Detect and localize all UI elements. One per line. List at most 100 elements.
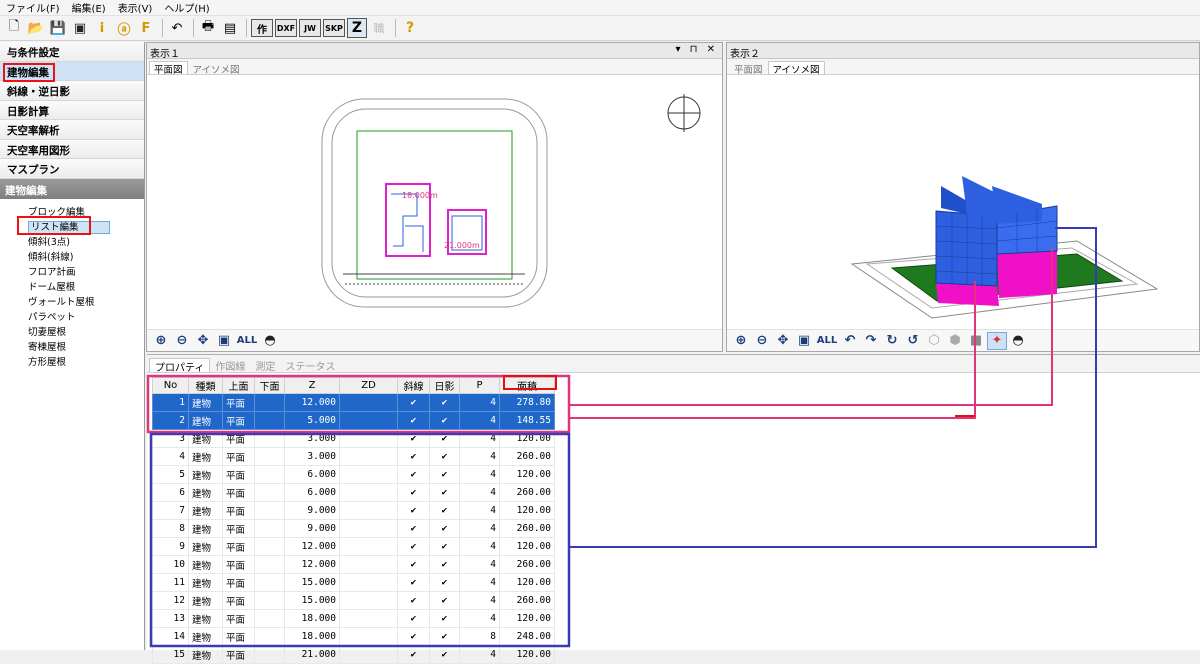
table-cell-Z[interactable]: 15.000	[284, 573, 340, 592]
table-cell-上面[interactable]: 平面	[222, 555, 255, 574]
table-cell-斜線[interactable]: ✔	[397, 645, 430, 664]
sidebar-item-vault-roof[interactable]: ヴォールト屋根	[0, 293, 144, 308]
table-cell-上面[interactable]: 平面	[222, 519, 255, 538]
table-cell-種類[interactable]: 建物	[188, 501, 223, 520]
table-cell-種類[interactable]: 建物	[188, 537, 223, 556]
table-cell-種類[interactable]: 建物	[188, 573, 223, 592]
table-cell-上面[interactable]: 平面	[222, 501, 255, 520]
table-cell-Z[interactable]: 21.000	[284, 645, 340, 664]
table-cell-上面[interactable]: 平面	[222, 483, 255, 502]
rotate-left-icon[interactable]: ↶	[840, 332, 860, 350]
category-conditions[interactable]: 与条件設定	[0, 42, 144, 62]
table-cell-斜線[interactable]: ✔	[397, 429, 430, 448]
table-cell-日影[interactable]: ✔	[429, 645, 460, 664]
table-cell-P[interactable]: 4	[459, 555, 500, 574]
table-cell-日影[interactable]: ✔	[429, 573, 460, 592]
table-cell-Z[interactable]: 5.000	[284, 411, 340, 430]
table-cell-斜線[interactable]: ✔	[397, 519, 430, 538]
table-cell-ZD[interactable]	[339, 627, 398, 646]
col-bottom[interactable]: 下面	[254, 377, 285, 394]
table-cell-種類[interactable]: 建物	[188, 483, 223, 502]
table-row[interactable]: 8 建物 平面 9.000 ✔ ✔ 4 260.00	[152, 519, 555, 538]
category-mass-plan[interactable]: マスプラン	[0, 159, 144, 179]
table-cell-Z[interactable]: 12.000	[284, 555, 340, 574]
sidebar-item-gable-roof[interactable]: 切妻屋根	[0, 323, 144, 338]
menu-file[interactable]: ファイル(F)	[6, 0, 60, 15]
table-cell-上面[interactable]: 平面	[222, 447, 255, 466]
table-cell-上面[interactable]: 平面	[222, 645, 255, 664]
pan-icon[interactable]: ✥	[773, 332, 793, 350]
table-cell-上面[interactable]: 平面	[222, 465, 255, 484]
table-cell-下面[interactable]	[254, 393, 285, 412]
table-cell-下面[interactable]	[254, 591, 285, 610]
table-cell-面積[interactable]: 120.00	[499, 537, 555, 556]
table-cell-面積[interactable]: 148.55	[499, 411, 555, 430]
table-cell-下面[interactable]	[254, 645, 285, 664]
table-cell-下面[interactable]	[254, 429, 285, 448]
table-cell-No[interactable]: 15	[152, 645, 189, 664]
table-cell-斜線[interactable]: ✔	[397, 573, 430, 592]
table-cell-ZD[interactable]	[339, 591, 398, 610]
plan-canvas[interactable]: 18.000m 21.000m	[147, 76, 722, 329]
info-icon[interactable]: i	[92, 18, 112, 38]
table-cell-種類[interactable]: 建物	[188, 447, 223, 466]
table-cell-種類[interactable]: 建物	[188, 555, 223, 574]
dxf-button[interactable]: DXF	[275, 19, 297, 37]
table-cell-ZD[interactable]	[339, 447, 398, 466]
table-cell-日影[interactable]: ✔	[429, 555, 460, 574]
table-cell-P[interactable]: 4	[459, 393, 500, 412]
table-cell-Z[interactable]: 12.000	[284, 537, 340, 556]
table-cell-斜線[interactable]: ✔	[397, 447, 430, 466]
table-cell-Z[interactable]: 9.000	[284, 519, 340, 538]
category-sky-analysis[interactable]: 天空率解析	[0, 120, 144, 140]
table-row[interactable]: 12 建物 平面 15.000 ✔ ✔ 4 260.00	[152, 591, 555, 610]
table-cell-ZD[interactable]	[339, 519, 398, 538]
eye-icon[interactable]: ◓	[1008, 332, 1028, 350]
table-cell-日影[interactable]: ✔	[429, 519, 460, 538]
table-row[interactable]: 1 建物 平面 12.000 ✔ ✔ 4 278.80	[152, 393, 555, 412]
table-row[interactable]: 14 建物 平面 18.000 ✔ ✔ 8 248.00	[152, 627, 555, 646]
tab-plan[interactable]: 平面図	[729, 61, 768, 76]
shaded-icon[interactable]: ■	[966, 332, 986, 350]
table-cell-下面[interactable]	[254, 483, 285, 502]
table-cell-No[interactable]: 3	[152, 429, 189, 448]
table-cell-P[interactable]: 4	[459, 609, 500, 628]
sidebar-item-hip-roof[interactable]: 寄棟屋根	[0, 338, 144, 353]
zoom-in-icon[interactable]: ⊕	[731, 332, 751, 350]
table-cell-面積[interactable]: 260.00	[499, 555, 555, 574]
light-icon[interactable]: ✦	[987, 331, 1007, 350]
table-cell-面積[interactable]: 278.80	[499, 393, 555, 412]
sidebar-item-pyramid-roof[interactable]: 方形屋根	[0, 353, 144, 368]
table-cell-Z[interactable]: 6.000	[284, 465, 340, 484]
pan-icon[interactable]: ✥	[193, 332, 213, 350]
table-cell-No[interactable]: 2	[152, 411, 189, 430]
table-cell-種類[interactable]: 建物	[188, 519, 223, 538]
table-cell-No[interactable]: 11	[152, 573, 189, 592]
table-cell-P[interactable]: 4	[459, 465, 500, 484]
table-cell-P[interactable]: 4	[459, 537, 500, 556]
table-cell-No[interactable]: 14	[152, 627, 189, 646]
save-icon[interactable]: 💾	[48, 18, 68, 38]
jw-button[interactable]: JW	[299, 19, 321, 37]
table-cell-日影[interactable]: ✔	[429, 411, 460, 430]
table-cell-下面[interactable]	[254, 627, 285, 646]
table-cell-上面[interactable]: 平面	[222, 627, 255, 646]
hidden-line-icon[interactable]: ⬢	[945, 332, 965, 350]
open-icon[interactable]: 📂	[26, 18, 46, 38]
table-cell-ZD[interactable]	[339, 411, 398, 430]
tab-iso[interactable]: アイソメ図	[188, 61, 245, 76]
table-cell-下面[interactable]	[254, 501, 285, 520]
table-cell-面積[interactable]: 260.00	[499, 483, 555, 502]
table-cell-P[interactable]: 4	[459, 645, 500, 664]
table-cell-No[interactable]: 6	[152, 483, 189, 502]
skp-button[interactable]: SKP	[323, 19, 345, 37]
table-cell-斜線[interactable]: ✔	[397, 591, 430, 610]
table-cell-斜線[interactable]: ✔	[397, 627, 430, 646]
col-p[interactable]: P	[459, 377, 500, 394]
tab-measure[interactable]: 測定	[250, 358, 280, 373]
table-cell-P[interactable]: 4	[459, 411, 500, 430]
table-cell-上面[interactable]: 平面	[222, 411, 255, 430]
zoom-out-icon[interactable]: ⊖	[172, 332, 192, 350]
table-cell-P[interactable]: 4	[459, 447, 500, 466]
table-cell-P[interactable]: 4	[459, 483, 500, 502]
